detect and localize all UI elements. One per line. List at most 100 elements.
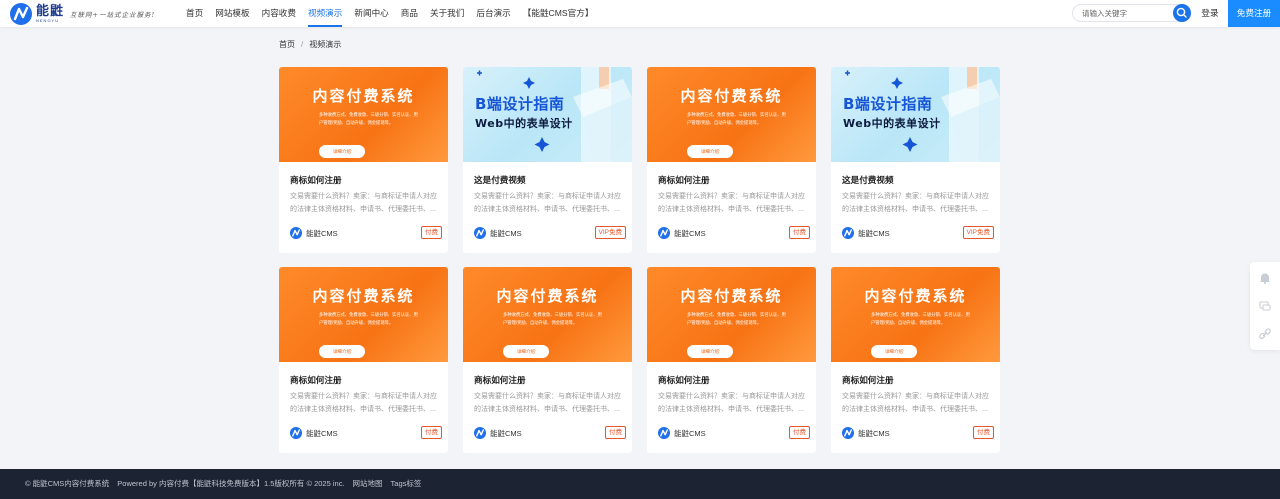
card-description: 交易需要什么资料？卖家：与商标证申请人对应的法律主体资格材料、申请书、代理委托书… bbox=[658, 393, 805, 413]
author-logo-icon bbox=[842, 227, 854, 239]
nav-item-official[interactable]: 【能鼪CMS官方】 bbox=[517, 0, 600, 27]
card-author: 能鼪CMS bbox=[474, 427, 522, 439]
thumbnail-detail-button: 详细介绍 bbox=[503, 345, 549, 358]
thumbnail-title: 内容付费系统 bbox=[312, 287, 415, 305]
search-box bbox=[1072, 4, 1191, 22]
thumbnail-detail-button: 详细介绍 bbox=[687, 345, 733, 358]
link-icon[interactable] bbox=[1257, 326, 1273, 342]
thumbnail-description: 多种收费方式、免费收款、三级分销、实名认证、用户管理/奖励、自动升级、佣金提现等… bbox=[503, 312, 602, 325]
card-title[interactable]: 这是付费视频 bbox=[842, 174, 894, 186]
video-thumbnail[interactable]: 内容付费系统 多种收费方式、免费收款、三级分销、实名认证、用户管理/奖励、自动升… bbox=[647, 267, 816, 362]
thumbnail-description: 多种收费方式、免费收款、三级分销、实名认证、用户管理/奖励、自动升级、佣金提现等… bbox=[687, 112, 786, 125]
login-link[interactable]: 登录 bbox=[1198, 0, 1222, 27]
video-card[interactable]: B端设计指南 Web中的表单设计 这是付费视频 交易需要什么资料？卖家：与商标证… bbox=[831, 67, 1000, 253]
price-badge: 付费 bbox=[421, 226, 442, 239]
author-logo-icon bbox=[842, 427, 854, 439]
video-thumbnail[interactable]: 内容付费系统 多种收费方式、免费收款、三级分销、实名认证、用户管理/奖励、自动升… bbox=[647, 67, 816, 162]
video-thumbnail[interactable]: 内容付费系统 多种收费方式、免费收款、三级分销、实名认证、用户管理/奖励、自动升… bbox=[279, 267, 448, 362]
nav-item-news[interactable]: 新闻中心 bbox=[348, 0, 394, 27]
card-author: 能鼪CMS bbox=[658, 427, 706, 439]
video-card[interactable]: 内容付费系统 多种收费方式、免费收款、三级分销、实名认证、用户管理/奖励、自动升… bbox=[463, 267, 632, 453]
author-name: 能鼪CMS bbox=[306, 228, 338, 238]
card-description: 交易需要什么资料？卖家：与商标证申请人对应的法律主体资格材料、申请书、代理委托书… bbox=[842, 193, 989, 213]
card-description: 交易需要什么资料？卖家：与商标证申请人对应的法律主体资格材料、申请书、代理委托书… bbox=[474, 193, 621, 213]
logo-subtitle: NENGYU bbox=[36, 17, 60, 23]
card-title[interactable]: 商标如何注册 bbox=[658, 374, 710, 386]
video-card[interactable]: 内容付费系统 多种收费方式、免费收款、三级分销、实名认证、用户管理/奖励、自动升… bbox=[647, 267, 816, 453]
card-author: 能鼪CMS bbox=[290, 227, 338, 239]
author-logo-icon bbox=[474, 427, 486, 439]
side-toolbar bbox=[1250, 262, 1280, 350]
nav-item-about[interactable]: 关于我们 bbox=[424, 0, 470, 27]
site-logo[interactable]: 能鼪 NENGYU bbox=[10, 2, 64, 25]
video-card[interactable]: 内容付费系统 多种收费方式、免费收款、三级分销、实名认证、用户管理/奖励、自动升… bbox=[831, 267, 1000, 453]
breadcrumb-separator: / bbox=[301, 40, 304, 49]
video-thumbnail[interactable]: 内容付费系统 多种收费方式、免费收款、三级分销、实名认证、用户管理/奖励、自动升… bbox=[831, 267, 1000, 362]
nav-item-products[interactable]: 商品 bbox=[395, 0, 424, 27]
price-badge: 付费 bbox=[789, 426, 810, 439]
video-thumbnail[interactable]: 内容付费系统 多种收费方式、免费收款、三级分销、实名认证、用户管理/奖励、自动升… bbox=[463, 267, 632, 362]
card-title[interactable]: 商标如何注册 bbox=[842, 374, 894, 386]
video-card[interactable]: 内容付费系统 多种收费方式、免费收款、三级分销、实名认证、用户管理/奖励、自动升… bbox=[279, 267, 448, 453]
author-logo-icon bbox=[290, 427, 302, 439]
card-author: 能鼪CMS bbox=[474, 227, 522, 239]
search-icon bbox=[1176, 7, 1187, 18]
nav-item-home[interactable]: 首页 bbox=[180, 0, 209, 27]
thumbnail-title: 内容付费系统 bbox=[680, 287, 783, 305]
card-author: 能鼪CMS bbox=[658, 227, 706, 239]
breadcrumb-home[interactable]: 首页 bbox=[279, 39, 295, 50]
card-title[interactable]: 商标如何注册 bbox=[474, 374, 526, 386]
logo-name: 能鼪 bbox=[36, 3, 65, 19]
author-name: 能鼪CMS bbox=[674, 228, 706, 238]
bell-icon[interactable] bbox=[1257, 270, 1273, 286]
video-thumbnail[interactable]: B端设计指南 Web中的表单设计 bbox=[463, 67, 632, 162]
thumbnail-description: 多种收费方式、免费收款、三级分销、实名认证、用户管理/奖励、自动升级、佣金提现等… bbox=[319, 112, 418, 125]
video-thumbnail[interactable]: B端设计指南 Web中的表单设计 bbox=[831, 67, 1000, 162]
thumbnail-title: 内容付费系统 bbox=[496, 287, 599, 305]
thumbnail-subtitle: Web中的表单设计 bbox=[843, 117, 941, 130]
search-button[interactable] bbox=[1173, 4, 1191, 22]
author-name: 能鼪CMS bbox=[306, 428, 338, 438]
price-badge: VIP免费 bbox=[962, 226, 994, 239]
footer-powered: Powered by 内容付费【能鼪科技免费版本】1.5版权所有 © 2025 … bbox=[117, 479, 345, 488]
thumbnail-title: 内容付费系统 bbox=[312, 87, 415, 105]
card-title[interactable]: 商标如何注册 bbox=[290, 374, 342, 386]
message-icon[interactable] bbox=[1257, 298, 1273, 314]
site-slogan: 互联网+一站式企业服务! bbox=[70, 11, 156, 19]
author-name: 能鼪CMS bbox=[858, 228, 890, 238]
thumbnail-description: 多种收费方式、免费收款、三级分销、实名认证、用户管理/奖励、自动升级、佣金提现等… bbox=[319, 312, 418, 325]
video-card[interactable]: 内容付费系统 多种收费方式、免费收款、三级分销、实名认证、用户管理/奖励、自动升… bbox=[279, 67, 448, 253]
nav-item-video-demo[interactable]: 视频演示 bbox=[302, 0, 348, 27]
top-header: 能鼪 NENGYU 互联网+一站式企业服务! 首页 网站模板 内容收费 视频演示… bbox=[0, 0, 1280, 27]
card-title[interactable]: 这是付费视频 bbox=[474, 174, 526, 186]
card-author: 能鼪CMS bbox=[290, 427, 338, 439]
nav-item-admin-demo[interactable]: 后台演示 bbox=[470, 0, 516, 27]
video-card[interactable]: 内容付费系统 多种收费方式、免费收款、三级分销、实名认证、用户管理/奖励、自动升… bbox=[647, 67, 816, 253]
thumbnail-detail-button: 详细介绍 bbox=[319, 345, 365, 358]
thumbnail-title: B端设计指南 bbox=[843, 95, 933, 113]
price-badge: 付费 bbox=[421, 426, 442, 439]
nav-item-paid-content[interactable]: 内容收费 bbox=[256, 0, 302, 27]
video-card[interactable]: B端设计指南 Web中的表单设计 这是付费视频 交易需要什么资料？卖家：与商标证… bbox=[463, 67, 632, 253]
register-button[interactable]: 免费注册 bbox=[1228, 0, 1280, 27]
price-badge: 付费 bbox=[605, 426, 626, 439]
thumbnail-title: 内容付费系统 bbox=[680, 87, 783, 105]
site-footer: © 能鼪CMS内容付费系统 Powered by 内容付费【能鼪科技免费版本】1… bbox=[0, 469, 1280, 499]
card-title[interactable]: 商标如何注册 bbox=[658, 174, 710, 186]
thumbnail-detail-button: 详细介绍 bbox=[687, 145, 733, 158]
card-description: 交易需要什么资料？卖家：与商标证申请人对应的法律主体资格材料、申请书、代理委托书… bbox=[474, 393, 621, 413]
footer-link-sitemap[interactable]: 网站地图 bbox=[353, 469, 383, 499]
video-grid: 内容付费系统 多种收费方式、免费收款、三级分销、实名认证、用户管理/奖励、自动升… bbox=[279, 67, 1000, 456]
nav-item-templates[interactable]: 网站模板 bbox=[209, 0, 255, 27]
card-description: 交易需要什么资料？卖家：与商标证申请人对应的法律主体资格材料、申请书、代理委托书… bbox=[842, 393, 989, 413]
author-name: 能鼪CMS bbox=[490, 228, 522, 238]
card-author: 能鼪CMS bbox=[842, 227, 890, 239]
card-title[interactable]: 商标如何注册 bbox=[290, 174, 342, 186]
thumbnail-detail-button: 详细介绍 bbox=[319, 145, 365, 158]
video-thumbnail[interactable]: 内容付费系统 多种收费方式、免费收款、三级分销、实名认证、用户管理/奖励、自动升… bbox=[279, 67, 448, 162]
card-description: 交易需要什么资料？卖家：与商标证申请人对应的法律主体资格材料、申请书、代理委托书… bbox=[290, 393, 437, 413]
thumbnail-title: 内容付费系统 bbox=[864, 287, 967, 305]
price-badge: 付费 bbox=[973, 426, 994, 439]
footer-link-tags[interactable]: Tags标签 bbox=[391, 469, 422, 499]
card-description: 交易需要什么资料？卖家：与商标证申请人对应的法律主体资格材料、申请书、代理委托书… bbox=[658, 193, 805, 213]
